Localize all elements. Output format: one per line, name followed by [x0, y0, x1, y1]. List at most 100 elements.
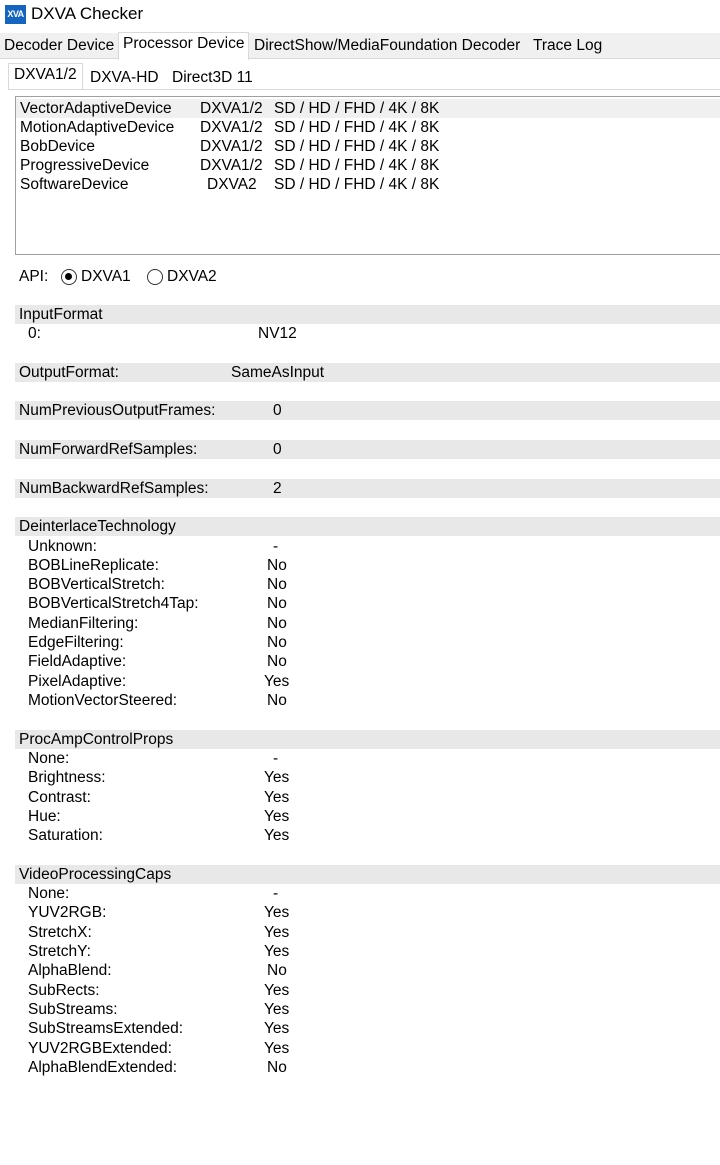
table-row: StretchX: Yes	[15, 923, 720, 942]
table-row: AlphaBlend: No	[15, 961, 720, 980]
title-bar: XVA DXVA Checker	[0, 0, 720, 30]
table-row: SubStreams: Yes	[15, 1000, 720, 1019]
property-name: AlphaBlendExtended:	[28, 1059, 178, 1076]
property-name: BOBLineReplicate:	[28, 557, 159, 574]
section-title: DeinterlaceTechnology	[19, 518, 176, 535]
property-name: StretchY:	[28, 943, 91, 960]
list-item[interactable]: VectorAdaptiveDevice DXVA1/2 SD / HD / F…	[16, 99, 720, 118]
device-api: DXVA1/2	[200, 157, 263, 174]
property-value: No	[267, 692, 287, 709]
property-name: NumPreviousOutputFrames:	[19, 402, 216, 419]
property-value: Yes	[264, 769, 290, 786]
tab-decoder-device[interactable]: Decoder Device	[4, 35, 114, 57]
tab-trace-log[interactable]: Trace Log	[533, 35, 602, 57]
property-name: BOBVerticalStretch4Tap:	[28, 595, 199, 612]
property-name: SubStreams:	[28, 1001, 118, 1018]
property-name: Contrast:	[28, 789, 91, 806]
property-name: EdgeFiltering:	[28, 634, 124, 651]
device-api: DXVA1/2	[200, 119, 263, 136]
tab-direct3d-11[interactable]: Direct3D 11	[172, 67, 253, 89]
device-list[interactable]: VectorAdaptiveDevice DXVA1/2 SD / HD / F…	[15, 96, 720, 255]
property-value: Yes	[264, 904, 290, 921]
main-tab-strip: Decoder Device Processor Device DirectSh…	[0, 32, 720, 60]
property-value: No	[267, 962, 287, 979]
property-name: 0:	[28, 325, 41, 342]
property-name: Unknown:	[28, 538, 97, 555]
list-item[interactable]: ProgressiveDevice DXVA1/2 SD / HD / FHD …	[16, 156, 720, 175]
num-forward-ref-samples-row: NumForwardRefSamples: 0	[15, 440, 720, 459]
tab-dxva-hd[interactable]: DXVA-HD	[90, 67, 159, 89]
property-name: StretchX:	[28, 924, 92, 941]
api-label: API:	[19, 268, 49, 285]
table-row: BOBVerticalStretch4Tap: No	[15, 594, 720, 613]
dxva2-radio-label[interactable]: DXVA2	[167, 266, 217, 288]
property-value: No	[267, 595, 287, 612]
property-value: No	[267, 576, 287, 593]
table-row: None: -	[15, 749, 720, 768]
num-previous-output-frames-row: NumPreviousOutputFrames: 0	[15, 401, 720, 420]
table-row: Contrast: Yes	[15, 788, 720, 807]
property-value: Yes	[264, 808, 290, 825]
property-name: BOBVerticalStretch:	[28, 576, 165, 593]
table-row: None: -	[15, 884, 720, 903]
property-name: SubStreamsExtended:	[28, 1020, 184, 1037]
device-resolutions: SD / HD / FHD / 4K / 8K	[274, 157, 440, 174]
property-value: Yes	[264, 827, 290, 844]
device-resolutions: SD / HD / FHD / 4K / 8K	[274, 138, 440, 155]
table-row: FieldAdaptive: No	[15, 652, 720, 671]
property-value: Yes	[264, 1020, 290, 1037]
table-row: Hue: Yes	[15, 807, 720, 826]
section-title: InputFormat	[19, 306, 103, 323]
property-value: Yes	[264, 982, 290, 999]
table-row: 0: NV12	[15, 324, 720, 343]
table-row: SubStreamsExtended: Yes	[15, 1019, 720, 1038]
dxva2-radio[interactable]	[147, 269, 163, 285]
property-name: OutputFormat:	[19, 364, 119, 381]
property-value: SameAsInput	[231, 364, 325, 381]
property-value: Yes	[264, 943, 290, 960]
deinterlace-technology-header: DeinterlaceTechnology	[15, 517, 720, 536]
list-item[interactable]: BobDevice DXVA1/2 SD / HD / FHD / 4K / 8…	[16, 137, 720, 156]
device-name: ProgressiveDevice	[20, 157, 150, 174]
dxva1-radio-label[interactable]: DXVA1	[81, 266, 131, 288]
property-value: Yes	[264, 1001, 290, 1018]
tab-dxva12[interactable]: DXVA1/2	[8, 63, 83, 90]
property-name: YUV2RGB:	[28, 904, 107, 921]
section-title: ProcAmpControlProps	[19, 731, 174, 748]
device-api: DXVA1/2	[200, 100, 263, 117]
property-value: -	[273, 538, 279, 555]
property-value: No	[267, 634, 287, 651]
table-row: YUV2RGBExtended: Yes	[15, 1039, 720, 1058]
device-name: BobDevice	[20, 138, 95, 155]
property-value: Yes	[264, 789, 290, 806]
property-name: MotionVectorSteered:	[28, 692, 178, 709]
dxva1-radio[interactable]	[61, 269, 77, 285]
device-name: VectorAdaptiveDevice	[20, 100, 172, 117]
tab-processor-device[interactable]: Processor Device	[118, 32, 250, 60]
video-processing-caps-header: VideoProcessingCaps	[15, 865, 720, 884]
table-row: Unknown: -	[15, 537, 720, 556]
tab-directshow-mediafoundation-decoder[interactable]: DirectShow/MediaFoundation Decoder	[254, 35, 520, 57]
device-resolutions: SD / HD / FHD / 4K / 8K	[274, 176, 440, 193]
num-backward-ref-samples-row: NumBackwardRefSamples: 2	[15, 479, 720, 498]
device-api: DXVA1/2	[200, 138, 263, 155]
property-name: MedianFiltering:	[28, 615, 139, 632]
app-logo-icon: XVA	[5, 5, 26, 24]
property-value: Yes	[264, 673, 290, 690]
table-row: StretchY: Yes	[15, 942, 720, 961]
property-value: -	[273, 885, 279, 902]
property-name: AlphaBlend:	[28, 962, 112, 979]
table-row: PixelAdaptive: Yes	[15, 672, 720, 691]
list-item[interactable]: SoftwareDevice DXVA2 SD / HD / FHD / 4K …	[16, 175, 720, 194]
property-value: NV12	[258, 325, 297, 342]
window-title: DXVA Checker	[31, 4, 144, 23]
procamp-control-props-header: ProcAmpControlProps	[15, 730, 720, 749]
table-row: BOBVerticalStretch: No	[15, 575, 720, 594]
table-row: YUV2RGB: Yes	[15, 903, 720, 922]
property-name: PixelAdaptive:	[28, 673, 127, 690]
list-item[interactable]: MotionAdaptiveDevice DXVA1/2 SD / HD / F…	[16, 118, 720, 137]
property-name: Brightness:	[28, 769, 106, 786]
input-format-header: InputFormat	[15, 305, 720, 324]
property-value: 2	[273, 480, 282, 497]
property-value: No	[267, 615, 287, 632]
